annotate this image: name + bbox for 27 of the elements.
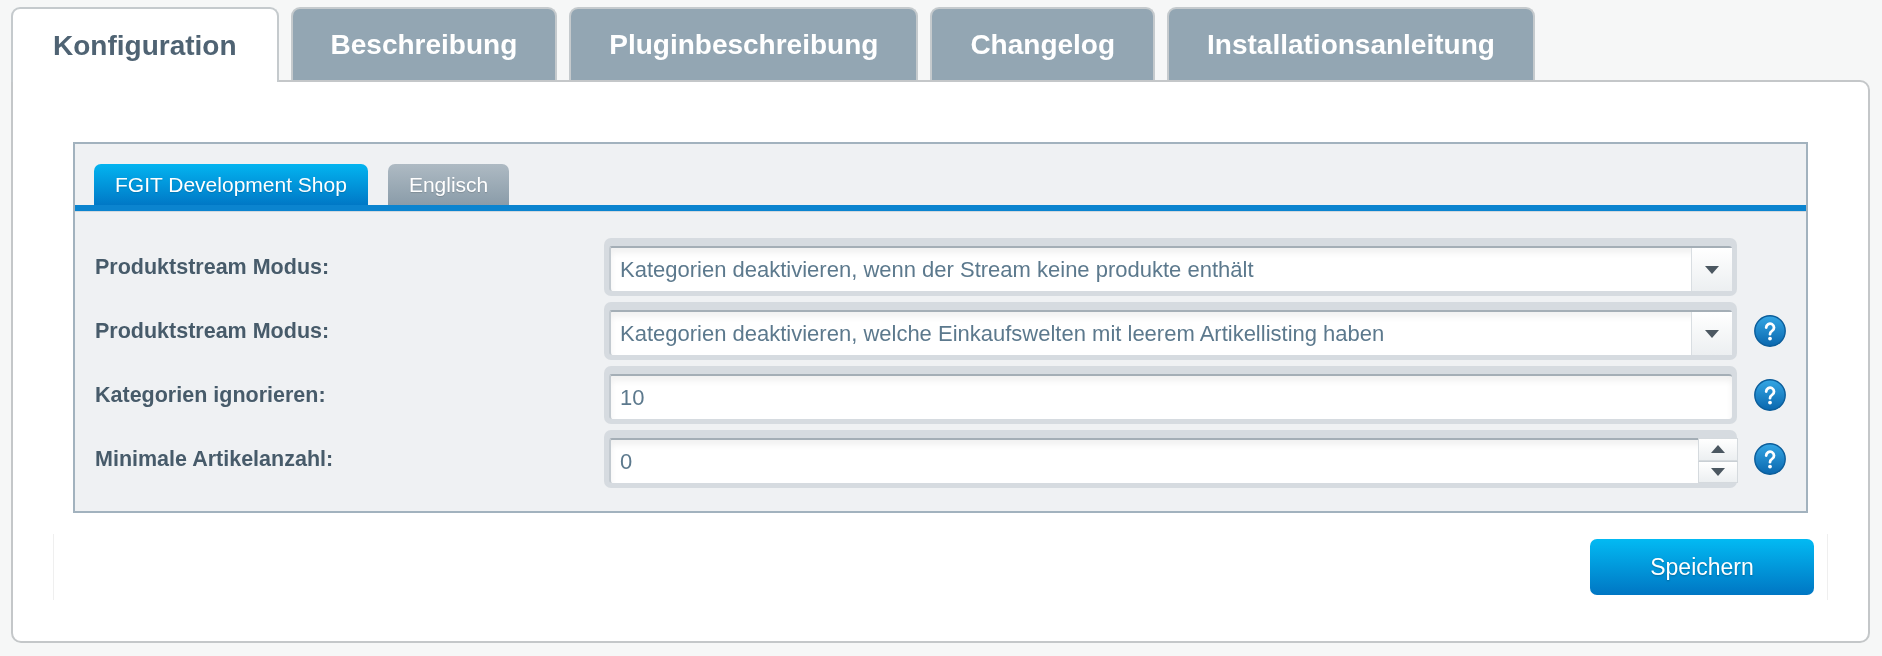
tab[interactable]: Beschreibung <box>290 7 558 80</box>
spin-down-button[interactable] <box>1698 460 1738 483</box>
caret-down-icon <box>1711 467 1725 476</box>
caret-down-icon <box>1705 329 1719 338</box>
shop-tab[interactable]: FGIT Development Shop <box>94 164 368 205</box>
dropdown-trigger[interactable] <box>1691 248 1732 291</box>
tab[interactable]: Pluginbeschreibung <box>569 7 919 80</box>
help-icon[interactable] <box>1754 443 1786 475</box>
select-field[interactable]: Kategorien deaktivieren, welche Einkaufswelten mit leerem Artikellisting haben <box>604 302 1737 360</box>
tab[interactable]: Installationsanleitung <box>1167 7 1535 80</box>
caret-down-icon <box>1705 265 1719 274</box>
number-field[interactable]: 0 <box>604 430 1737 488</box>
field-label: Kategorien ignorieren: <box>95 382 327 408</box>
field-label: Produktstream Modus: <box>95 318 331 344</box>
field-label: Minimale Artikelanzahl: <box>95 446 335 472</box>
text-field[interactable]: 10 <box>604 366 1737 424</box>
help-icon[interactable] <box>1754 379 1786 411</box>
field-label: Produktstream Modus: <box>95 254 331 280</box>
help-icon[interactable] <box>1754 315 1786 347</box>
shop-tab[interactable]: Englisch <box>387 164 510 205</box>
caret-up-icon <box>1711 445 1725 454</box>
tab[interactable]: Changelog <box>930 7 1156 80</box>
spin-up-button[interactable] <box>1698 438 1738 461</box>
tab[interactable]: Konfiguration <box>11 7 279 82</box>
dropdown-trigger[interactable] <box>1691 312 1732 355</box>
save-button[interactable]: Speichern <box>1590 539 1814 595</box>
select-field[interactable]: Kategorien deaktivieren, wenn der Stream keine produkte enthält <box>604 238 1737 296</box>
